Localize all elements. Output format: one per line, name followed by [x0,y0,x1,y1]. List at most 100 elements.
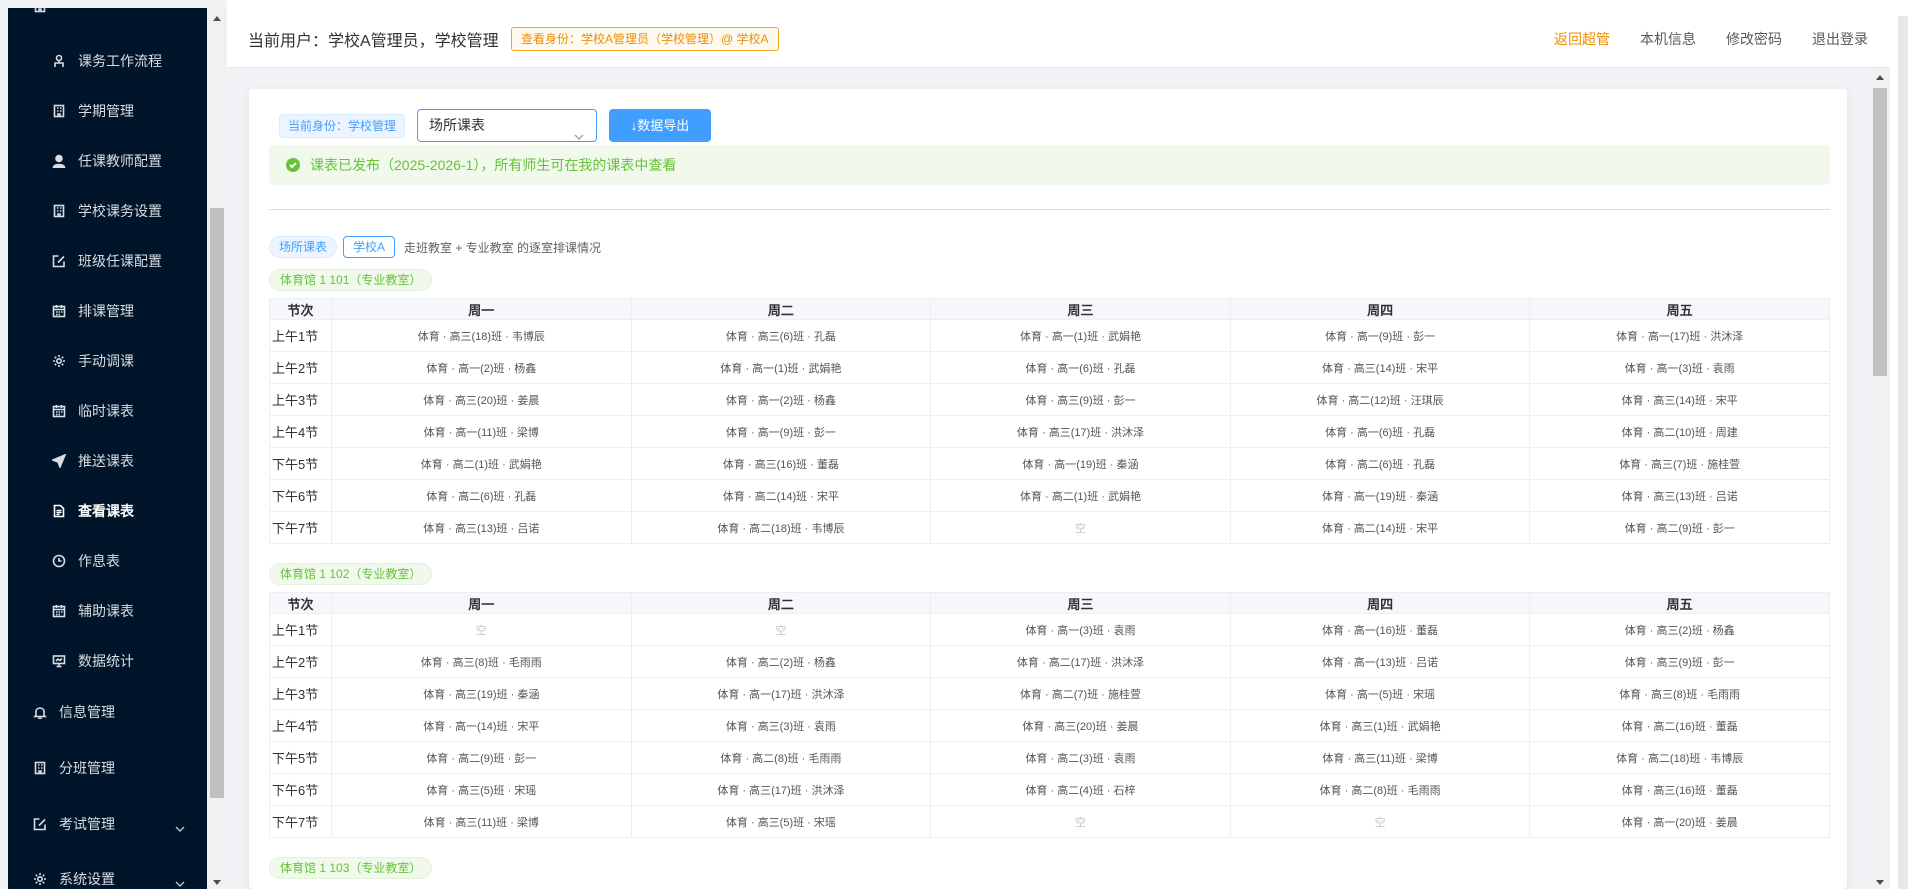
lesson-cell[interactable]: 体育 · 高二(18)班 · 韦博辰 [630,511,932,544]
sidebar-item-school-course[interactable]: 学校课务设置 [8,193,207,229]
lesson-cell[interactable]: 体育 · 高三(3)班 · 袁雨 [630,709,932,742]
lesson-cell[interactable]: 体育 · 高一(11)班 · 梁博 [331,415,632,448]
lesson-cell[interactable]: 体育 · 高二(12)班 · 汪琪辰 [1229,383,1531,416]
scroll-down-arrow-icon[interactable] [1876,880,1884,885]
lesson-cell[interactable]: 体育 · 高一(6)班 · 孔磊 [1229,415,1531,448]
scroll-up-arrow-icon[interactable] [213,16,221,21]
lesson-cell[interactable]: 体育 · 高三(13)班 · 吕诺 [1529,479,1830,512]
lesson-cell[interactable]: 体育 · 高二(18)班 · 韦博辰 [1529,741,1830,774]
sidebar-item-workflow[interactable]: 课务工作流程 [8,43,207,79]
export-button[interactable]: ↓数据导出 [609,109,711,142]
lesson-cell[interactable]: 体育 · 高三(17)班 · 洪沐泽 [930,415,1231,448]
sidebar-item-schedule[interactable]: 作息表 [8,543,207,579]
lesson-cell[interactable]: 体育 · 高一(2)班 · 杨鑫 [630,383,932,416]
lesson-cell[interactable]: 体育 · 高三(16)班 · 董磊 [1529,773,1830,806]
lesson-cell[interactable]: 体育 · 高三(9)班 · 彭一 [930,383,1231,416]
scroll-up-arrow-icon[interactable] [1876,75,1884,80]
lesson-cell[interactable]: 体育 · 高一(20)班 · 姜晨 [1529,805,1830,838]
lesson-cell[interactable]: 体育 · 高二(16)班 · 董磊 [1529,709,1830,742]
sidebar-scrollbar[interactable] [207,8,227,889]
lesson-cell[interactable]: 体育 · 高二(9)班 · 彭一 [1529,511,1830,544]
sidebar-item-course-mgmt-partial[interactable] [8,8,207,24]
lesson-cell[interactable]: 体育 · 高一(19)班 · 秦涵 [930,447,1231,480]
lesson-cell[interactable]: 体育 · 高一(14)班 · 宋平 [331,709,632,742]
sidebar-item-manual-adjust[interactable]: 手动调课 [8,343,207,379]
lesson-cell[interactable]: 体育 · 高二(14)班 · 宋平 [630,479,932,512]
scrollbar-thumb[interactable] [210,208,224,798]
sidebar-item-stats[interactable]: 数据统计 [8,643,207,679]
lesson-cell[interactable]: 体育 · 高二(14)班 · 宋平 [1229,511,1531,544]
lesson-cell[interactable]: 体育 · 高二(7)班 · 施桂萱 [930,677,1231,710]
lesson-cell[interactable]: 体育 · 高三(1)班 · 武娟艳 [1229,709,1531,742]
lesson-cell[interactable]: 体育 · 高三(14)班 · 宋平 [1229,351,1531,384]
lesson-cell[interactable]: 体育 · 高二(9)班 · 彭一 [331,741,632,774]
lesson-cell[interactable]: 体育 · 高一(16)班 · 董磊 [1229,613,1531,646]
sidebar-item-exam[interactable]: 考试管理 [8,806,207,842]
sidebar-item-push[interactable]: 推送课表 [8,443,207,479]
sidebar-item-temp-timetable[interactable]: 临时课表 [8,393,207,429]
lesson-cell[interactable]: 体育 · 高三(5)班 · 宋瑶 [630,805,932,838]
sidebar-item-system[interactable]: 系统设置 [8,861,207,889]
page-scrollbar[interactable] [1890,0,1920,889]
lesson-cell[interactable]: 体育 · 高一(2)班 · 杨鑫 [331,351,632,384]
lesson-cell[interactable]: 体育 · 高三(2)班 · 杨鑫 [1529,613,1830,646]
content-scrollbar[interactable] [1870,68,1890,889]
lesson-cell[interactable]: 体育 · 高三(11)班 · 梁博 [331,805,632,838]
lesson-cell[interactable]: 体育 · 高三(19)班 · 秦涵 [331,677,632,710]
sidebar-item-class-split[interactable]: 分班管理 [8,750,207,786]
lesson-cell[interactable]: 体育 · 高三(7)班 · 施桂萱 [1529,447,1830,480]
lesson-cell[interactable]: 体育 · 高一(6)班 · 孔磊 [930,351,1231,384]
scrollbar-thumb[interactable] [1873,88,1887,376]
lesson-cell[interactable]: 体育 · 高三(18)班 · 韦博辰 [331,319,632,352]
lesson-cell[interactable]: 体育 · 高三(20)班 · 姜晨 [930,709,1231,742]
lesson-cell[interactable]: 体育 · 高一(5)班 · 宋瑶 [1229,677,1531,710]
sidebar-item-scheduling[interactable]: 排课管理 [8,293,207,329]
local-info-link[interactable]: 本机信息 [1640,29,1696,49]
lesson-cell[interactable]: 体育 · 高二(17)班 · 洪沐泽 [930,645,1231,678]
lesson-cell[interactable]: 空 [930,511,1231,544]
timetable-type-select[interactable]: 场所课表 [417,109,597,142]
lesson-cell[interactable]: 体育 · 高一(17)班 · 洪沐泽 [1529,319,1830,352]
lesson-cell[interactable]: 体育 · 高一(13)班 · 吕诺 [1229,645,1531,678]
lesson-cell[interactable]: 体育 · 高二(10)班 · 周建 [1529,415,1830,448]
lesson-cell[interactable]: 体育 · 高二(2)班 · 杨鑫 [630,645,932,678]
sidebar-item-semester[interactable]: 学期管理 [8,93,207,129]
lesson-cell[interactable]: 体育 · 高二(1)班 · 武娟艳 [331,447,632,480]
lesson-cell[interactable]: 体育 · 高三(16)班 · 董磊 [630,447,932,480]
lesson-cell[interactable]: 体育 · 高三(6)班 · 孔磊 [630,319,932,352]
scroll-down-arrow-icon[interactable] [213,880,221,885]
change-password-link[interactable]: 修改密码 [1726,29,1782,49]
lesson-cell[interactable]: 空 [1229,805,1531,838]
sidebar-item-class-config[interactable]: 班级任课配置 [8,243,207,279]
lesson-cell[interactable]: 体育 · 高一(3)班 · 袁雨 [930,613,1231,646]
lesson-cell[interactable]: 体育 · 高三(5)班 · 宋瑶 [331,773,632,806]
lesson-cell[interactable]: 体育 · 高二(1)班 · 武娟艳 [930,479,1231,512]
logout-link[interactable]: 退出登录 [1812,29,1868,49]
lesson-cell[interactable]: 体育 · 高二(4)班 · 石梓 [930,773,1231,806]
lesson-cell[interactable]: 体育 · 高二(6)班 · 孔磊 [331,479,632,512]
lesson-cell[interactable]: 体育 · 高三(11)班 · 梁博 [1229,741,1531,774]
lesson-cell[interactable]: 体育 · 高三(9)班 · 彭一 [1529,645,1830,678]
lesson-cell[interactable]: 体育 · 高二(8)班 · 毛雨雨 [630,741,932,774]
lesson-cell[interactable]: 体育 · 高一(19)班 · 秦涵 [1229,479,1531,512]
lesson-cell[interactable]: 体育 · 高三(8)班 · 毛雨雨 [331,645,632,678]
lesson-cell[interactable]: 空 [331,613,632,646]
lesson-cell[interactable]: 体育 · 高三(8)班 · 毛雨雨 [1529,677,1830,710]
lesson-cell[interactable]: 体育 · 高二(3)班 · 袁雨 [930,741,1231,774]
lesson-cell[interactable]: 体育 · 高二(6)班 · 孔磊 [1229,447,1531,480]
sidebar-item-info[interactable]: 信息管理 [8,694,207,730]
lesson-cell[interactable]: 体育 · 高三(14)班 · 宋平 [1529,383,1830,416]
lesson-cell[interactable]: 体育 · 高一(1)班 · 武娟艳 [630,351,932,384]
sidebar-item-view[interactable]: 查看课表 [8,493,207,529]
lesson-cell[interactable]: 体育 · 高三(17)班 · 洪沐泽 [630,773,932,806]
page-scrollbar-track[interactable] [1898,16,1908,889]
lesson-cell[interactable]: 体育 · 高一(9)班 · 彭一 [1229,319,1531,352]
lesson-cell[interactable]: 空 [630,613,932,646]
lesson-cell[interactable]: 体育 · 高二(8)班 · 毛雨雨 [1229,773,1531,806]
lesson-cell[interactable]: 体育 · 高一(1)班 · 武娟艳 [930,319,1231,352]
lesson-cell[interactable]: 体育 · 高一(17)班 · 洪沐泽 [630,677,932,710]
lesson-cell[interactable]: 体育 · 高三(13)班 · 吕诺 [331,511,632,544]
sidebar-item-assist[interactable]: 辅助课表 [8,593,207,629]
lesson-cell[interactable]: 体育 · 高一(9)班 · 彭一 [630,415,932,448]
lesson-cell[interactable]: 体育 · 高三(20)班 · 姜晨 [331,383,632,416]
